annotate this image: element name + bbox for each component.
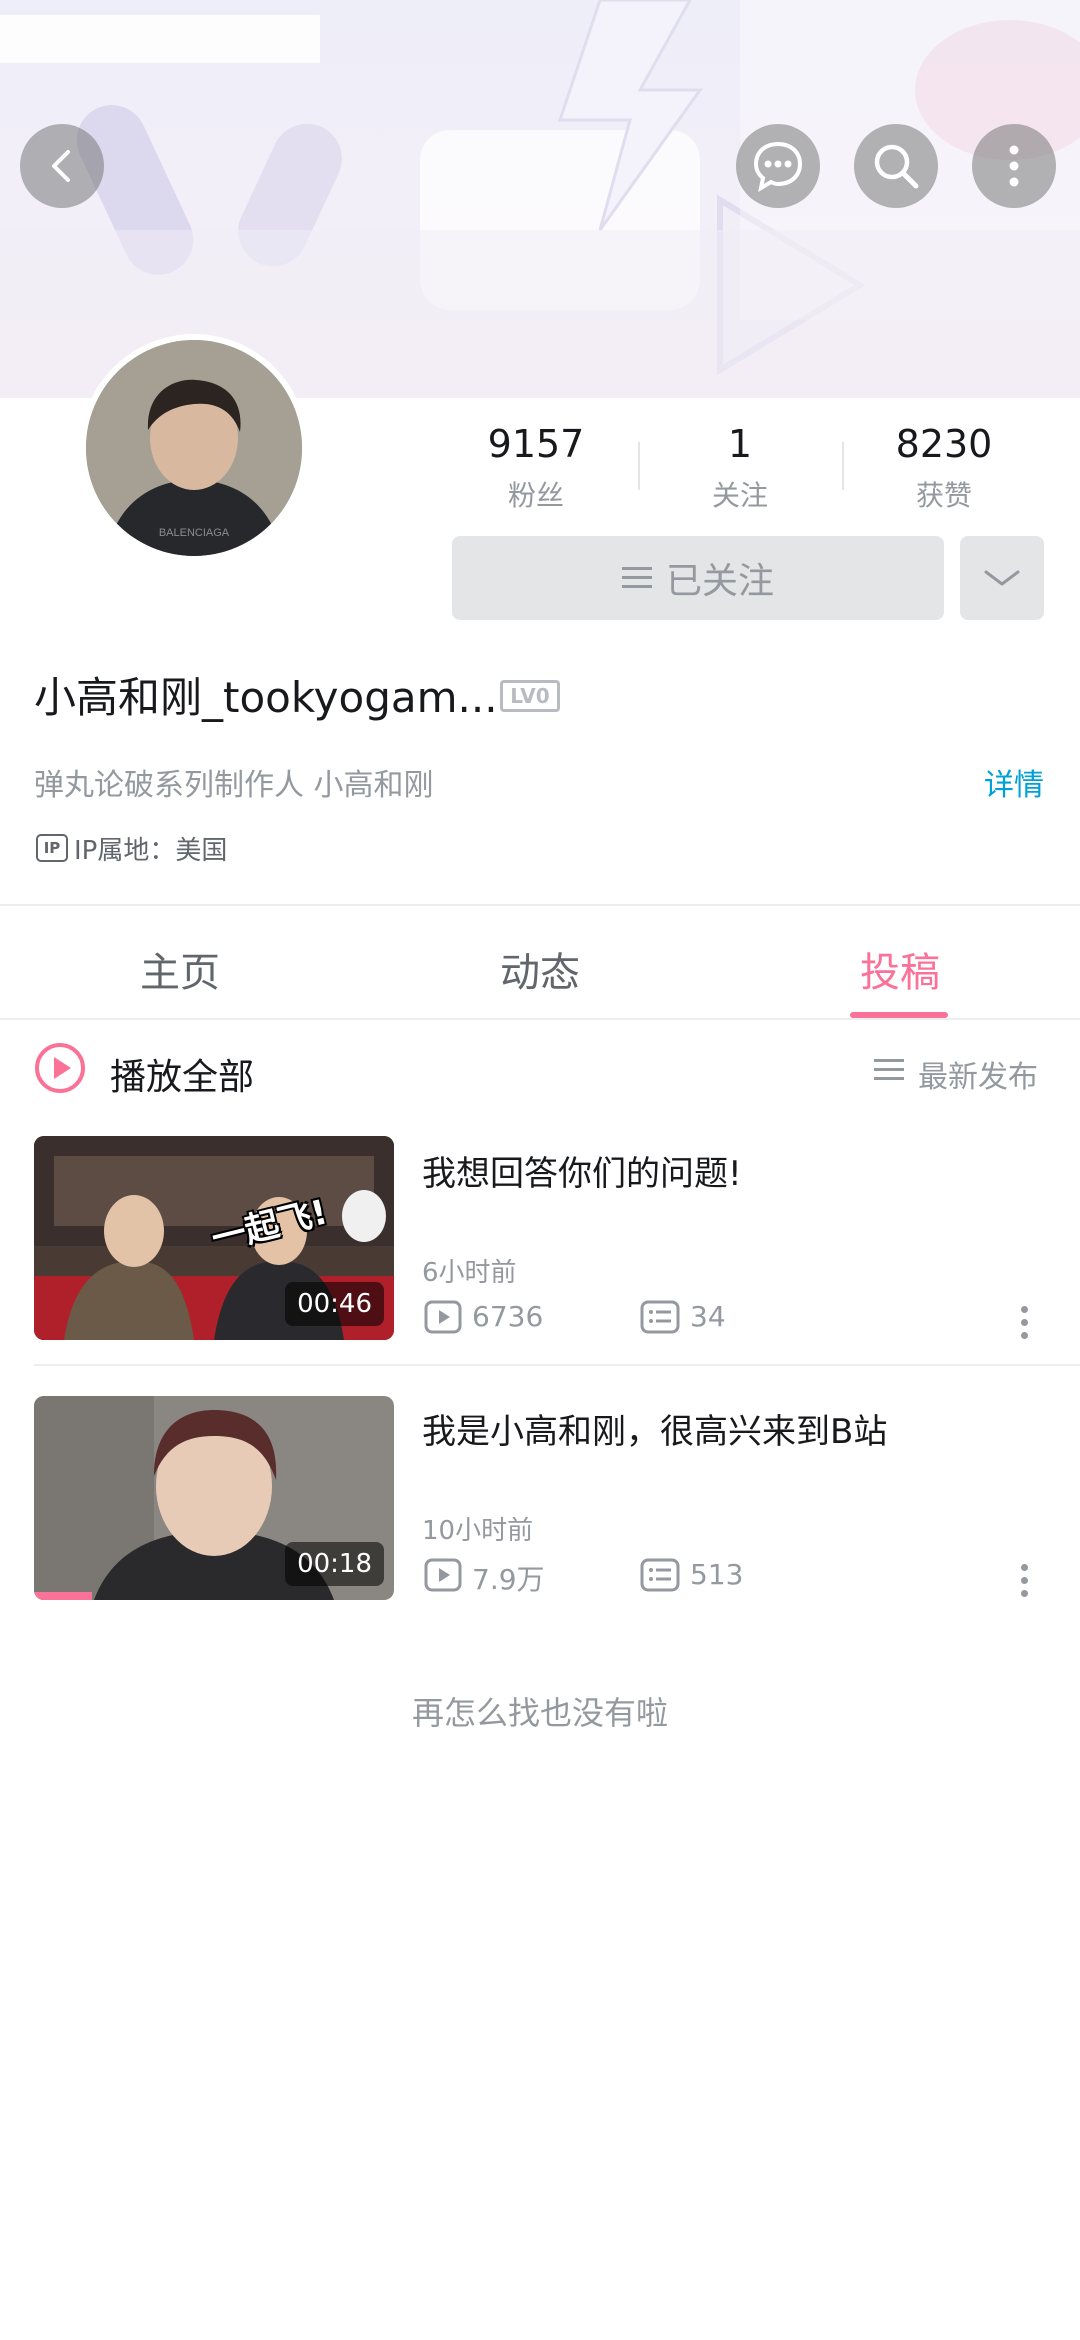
svg-text:BALENCIAGA: BALENCIAGA — [159, 527, 230, 539]
search-button[interactable] — [854, 124, 938, 208]
view-count: 7.9万 — [472, 1563, 545, 1596]
expand-button[interactable] — [960, 536, 1044, 620]
video-time: 10小时前 — [422, 1516, 534, 1546]
more-menu-button[interactable] — [972, 124, 1056, 208]
end-of-list-message: 再怎么找也没有啦 — [411, 1694, 668, 1732]
watch-progress-bar — [34, 1592, 92, 1600]
chevron-left-icon — [52, 150, 70, 182]
level-badge: LV0 — [500, 680, 560, 712]
vertical-dots-icon — [1009, 145, 1019, 187]
avatar-portrait: BALENCIAGA — [86, 340, 302, 556]
ip-location: IP属地：美国 — [74, 836, 228, 866]
video-title[interactable]: 我想回答你们的问题! — [422, 1146, 742, 1195]
tab-home[interactable]: 主页 — [80, 940, 280, 998]
likes-label[interactable]: 获赞 — [844, 474, 1044, 514]
play-circle-icon — [35, 1043, 85, 1093]
followed-button-label: 已关注 — [665, 561, 774, 602]
video-thumbnail[interactable]: 一起飞! 00:46 — [34, 1136, 394, 1340]
fans-label[interactable]: 粉丝 — [436, 474, 636, 514]
divider — [34, 1364, 1080, 1366]
avatar[interactable]: BALENCIAGA — [86, 340, 302, 556]
following-count[interactable]: 1 — [640, 422, 840, 466]
username: 小高和刚_tookyogam... — [34, 673, 498, 722]
video-duration: 00:18 — [285, 1542, 384, 1586]
divider — [0, 1018, 1080, 1020]
comment-count: 513 — [690, 1558, 744, 1591]
comment-count-icon — [640, 1300, 680, 1334]
chat-bubble-icon — [753, 141, 803, 193]
play-all-button[interactable] — [34, 1042, 86, 1098]
play-count-icon — [424, 1558, 462, 1592]
comment-count-icon — [640, 1558, 680, 1592]
sort-latest[interactable]: 最新发布 — [918, 1052, 1038, 1096]
message-button[interactable] — [736, 124, 820, 208]
bio-text: 弹丸论破系列制作人 小高和刚 — [34, 768, 434, 803]
following-label[interactable]: 关注 — [640, 474, 840, 514]
likes-count[interactable]: 8230 — [844, 422, 1044, 466]
play-all-label[interactable]: 播放全部 — [110, 1048, 254, 1100]
video-duration: 00:46 — [285, 1282, 384, 1326]
ip-icon: IP — [36, 834, 68, 862]
comment-count: 34 — [690, 1300, 726, 1333]
video-more-button[interactable] — [1018, 1306, 1030, 1345]
menu-lines-icon — [621, 567, 652, 588]
tab-dynamics[interactable]: 动态 — [440, 940, 640, 998]
play-count-icon — [424, 1300, 462, 1334]
video-thumbnail[interactable]: 00:18 — [34, 1396, 394, 1600]
tab-uploads[interactable]: 投稿 — [800, 940, 1000, 998]
back-button[interactable] — [20, 124, 104, 208]
search-icon — [874, 144, 919, 189]
video-title[interactable]: 我是小高和刚，很高兴来到B站 — [422, 1404, 887, 1453]
chevron-down-icon — [984, 570, 1020, 586]
sort-lines-icon[interactable] — [874, 1058, 904, 1082]
divider — [0, 904, 1080, 906]
detail-link[interactable]: 详情 — [984, 760, 1044, 804]
video-more-button[interactable] — [1018, 1564, 1030, 1603]
video-time: 6小时前 — [422, 1258, 517, 1288]
followed-button[interactable]: 已关注 — [452, 536, 944, 620]
view-count: 6736 — [472, 1300, 544, 1333]
fans-count[interactable]: 9157 — [436, 422, 636, 466]
